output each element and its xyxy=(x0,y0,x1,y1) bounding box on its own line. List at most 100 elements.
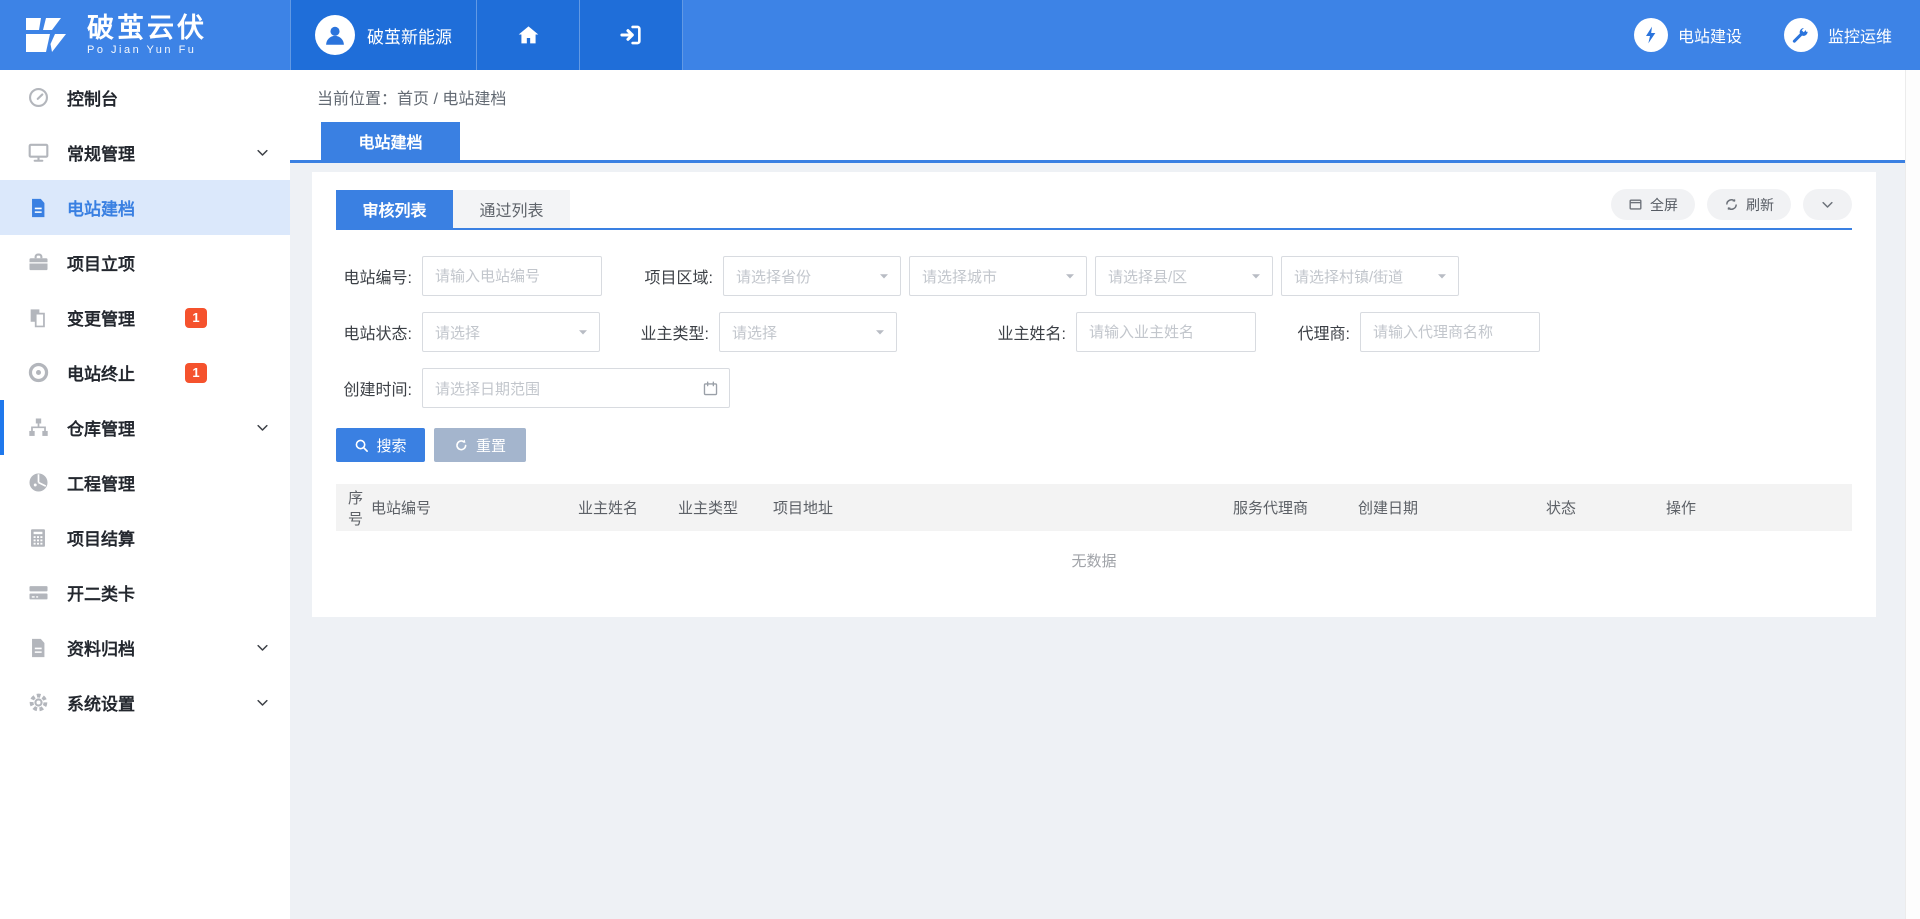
sidebar-item-warehouse-mgmt[interactable]: 仓库管理 xyxy=(0,400,290,455)
nav-station-build[interactable]: 电站建设 xyxy=(1634,18,1742,52)
town-select[interactable]: 请选择村镇/街道 xyxy=(1281,256,1459,296)
active-indicator-bar xyxy=(0,400,4,455)
lightning-icon xyxy=(1634,18,1668,52)
briefcase-icon xyxy=(26,251,50,275)
chevron-down-icon xyxy=(255,640,270,655)
nav-monitor-ops-label: 监控运维 xyxy=(1828,23,1892,47)
logout-icon xyxy=(618,22,644,48)
station-no-label: 电站编号: xyxy=(336,264,412,288)
brand-logo: 破茧云伏 Po Jian Yun Fu xyxy=(0,0,290,70)
owner-name-label: 业主姓名: xyxy=(990,320,1066,344)
station-status-select[interactable]: 请选择 xyxy=(422,312,600,352)
sitemap-icon xyxy=(26,416,50,440)
table-header: 序号 电站编号 业主姓名 业主类型 项目地址 服务代理商 创建日期 状态 操作 xyxy=(336,484,1852,531)
dashboard-icon xyxy=(26,86,50,110)
top-navbar: 破茧云伏 Po Jian Yun Fu 破茧新能源 xyxy=(0,0,1920,70)
refresh-button[interactable]: 刷新 xyxy=(1707,189,1791,220)
refresh-icon xyxy=(1724,197,1739,212)
collapse-button[interactable] xyxy=(1803,189,1852,220)
sidebar-item-station-terminate[interactable]: 电站终止 1 xyxy=(0,345,290,400)
caret-down-icon xyxy=(874,326,886,338)
tab-passed-list[interactable]: 通过列表 xyxy=(453,190,570,228)
caret-down-icon xyxy=(1064,270,1076,282)
col-status: 状态 xyxy=(1546,497,1666,518)
col-owner-name: 业主姓名 xyxy=(578,497,678,518)
station-status-label: 电站状态: xyxy=(336,320,412,344)
page-tab-station-archive[interactable]: 电站建档 xyxy=(321,122,460,160)
copy-icon xyxy=(26,306,50,330)
home-button[interactable] xyxy=(477,0,580,70)
vertical-scrollbar[interactable] xyxy=(1905,70,1920,919)
home-icon xyxy=(516,23,541,48)
wrench-icon xyxy=(1784,18,1818,52)
owner-type-label: 业主类型: xyxy=(633,320,709,344)
empty-placeholder: 无数据 xyxy=(336,531,1852,589)
gear-icon xyxy=(26,691,50,715)
nav-station-build-label: 电站建设 xyxy=(1678,23,1742,47)
col-created-date: 创建日期 xyxy=(1358,497,1546,518)
brand-name: 破茧云伏 xyxy=(87,14,207,42)
tab-review-list[interactable]: 审核列表 xyxy=(336,190,453,228)
file-icon xyxy=(26,196,50,220)
caret-down-icon xyxy=(577,326,589,338)
sidebar-item-system-settings[interactable]: 系统设置 xyxy=(0,675,290,730)
calendar-icon xyxy=(702,380,719,397)
caret-down-icon xyxy=(1250,270,1262,282)
gauge-icon xyxy=(26,471,50,495)
station-no-input[interactable] xyxy=(422,256,602,296)
owner-name-input[interactable] xyxy=(1076,312,1256,352)
user-name: 破茧新能源 xyxy=(367,23,452,48)
brand-logo-icon xyxy=(26,16,74,54)
monitor-icon xyxy=(26,141,50,165)
owner-type-select[interactable]: 请选择 xyxy=(719,312,897,352)
breadcrumb: 当前位置：首页 / 电站建档 xyxy=(290,70,1920,122)
logout-button[interactable] xyxy=(580,0,683,70)
city-select[interactable]: 请选择城市 xyxy=(909,256,1087,296)
calculator-icon xyxy=(26,526,50,550)
sidebar-item-project-init[interactable]: 项目立项 xyxy=(0,235,290,290)
col-station-no: 电站编号 xyxy=(371,497,578,518)
brand-subtitle: Po Jian Yun Fu xyxy=(87,44,207,56)
chevron-down-icon xyxy=(255,420,270,435)
col-actions: 操作 xyxy=(1666,497,1852,518)
station-terminate-badge: 1 xyxy=(185,363,207,383)
card-icon xyxy=(26,581,50,605)
station-archive-card: 审核列表 通过列表 全屏 xyxy=(312,172,1876,617)
region-label: 项目区域: xyxy=(637,264,713,288)
sidebar-item-general-mgmt[interactable]: 常规管理 xyxy=(0,125,290,180)
user-menu[interactable]: 破茧新能源 xyxy=(290,0,477,70)
caret-down-icon xyxy=(878,270,890,282)
caret-down-icon xyxy=(1436,270,1448,282)
col-owner-type: 业主类型 xyxy=(678,497,773,518)
col-index: 序号 xyxy=(336,487,371,529)
province-select[interactable]: 请选择省份 xyxy=(723,256,901,296)
sidebar-item-open-card[interactable]: 开二类卡 xyxy=(0,565,290,620)
filter-form: 电站编号: 项目区域: 请选择省份 请选择城市 xyxy=(336,256,1852,408)
agent-input[interactable] xyxy=(1360,312,1540,352)
created-time-label: 创建时间: xyxy=(336,376,412,400)
sidebar-item-station-archive[interactable]: 电站建档 xyxy=(0,180,290,235)
sidebar-item-project-settlement[interactable]: 项目结算 xyxy=(0,510,290,565)
date-range-input[interactable]: 请选择日期范围 xyxy=(422,368,730,408)
chevron-down-icon xyxy=(255,145,270,160)
sidebar-item-change-mgmt[interactable]: 变更管理 1 xyxy=(0,290,290,345)
reset-button[interactable]: 重置 xyxy=(434,428,526,462)
sidebar-item-console[interactable]: 控制台 xyxy=(0,70,290,125)
col-agent: 服务代理商 xyxy=(1233,497,1358,518)
sidebar-item-engineering-mgmt[interactable]: 工程管理 xyxy=(0,455,290,510)
sidebar: 控制台 常规管理 电站建档 项 xyxy=(0,70,290,919)
chevron-down-icon xyxy=(255,695,270,710)
chevron-down-icon xyxy=(1820,197,1835,212)
col-address: 项目地址 xyxy=(773,497,1233,518)
county-select[interactable]: 请选择县/区 xyxy=(1095,256,1273,296)
sidebar-item-data-archive[interactable]: 资料归档 xyxy=(0,620,290,675)
search-button[interactable]: 搜索 xyxy=(336,428,425,462)
change-mgmt-badge: 1 xyxy=(185,308,207,328)
archive-file-icon xyxy=(26,636,50,660)
reset-icon xyxy=(454,438,469,453)
fullscreen-button[interactable]: 全屏 xyxy=(1611,189,1695,220)
search-icon xyxy=(354,438,369,453)
main-area: 当前位置：首页 / 电站建档 电站建档 审核列表 通过列表 xyxy=(290,70,1920,919)
agent-label: 代理商: xyxy=(1290,320,1350,344)
nav-monitor-ops[interactable]: 监控运维 xyxy=(1784,18,1892,52)
